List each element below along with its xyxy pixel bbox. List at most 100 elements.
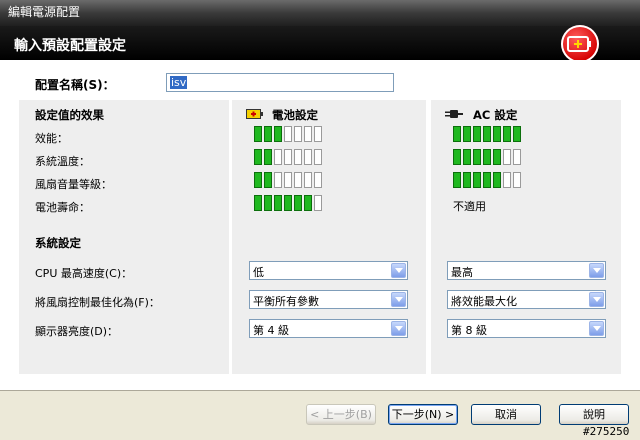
system-label-cpu: CPU 最高速度(C)： bbox=[35, 267, 133, 280]
system-settings-title: 系統設定 bbox=[35, 236, 81, 250]
back-button[interactable]: < 上一步(B) bbox=[306, 404, 376, 425]
effect-label-fan-noise: 風扇音量等級： bbox=[35, 178, 112, 191]
level-segment bbox=[453, 172, 461, 188]
system-label-fan: 將風扇控制最佳化為(F)： bbox=[35, 296, 160, 309]
watermark: #275250 bbox=[583, 425, 630, 438]
help-button[interactable]: 說明 bbox=[559, 404, 629, 425]
level-segment bbox=[513, 126, 521, 142]
level-segment bbox=[463, 149, 471, 165]
battery-brightness-value: 第 4 級 bbox=[253, 324, 289, 337]
ac-fan-control-value: 將效能最大化 bbox=[451, 295, 517, 308]
level-segment bbox=[314, 126, 322, 142]
chevron-down-icon[interactable] bbox=[391, 321, 406, 336]
effects-title: 設定值的效果 bbox=[35, 108, 104, 122]
chevron-down-icon[interactable] bbox=[589, 263, 604, 278]
level-segment bbox=[503, 172, 511, 188]
battery-plus-icon bbox=[561, 25, 599, 63]
level-segment bbox=[473, 149, 481, 165]
battery-fan-control-value: 平衡所有參數 bbox=[253, 295, 319, 308]
chevron-down-icon[interactable] bbox=[391, 292, 406, 307]
page-title: 輸入預設配置設定 bbox=[14, 38, 126, 54]
cancel-button[interactable]: 取消 bbox=[471, 404, 541, 425]
battery-fan-noise-bar bbox=[254, 172, 322, 188]
ac-temperature-bar bbox=[453, 149, 521, 165]
battery-temperature-bar bbox=[254, 149, 322, 165]
level-segment bbox=[284, 172, 292, 188]
window-titlebar: 編輯電源配置 bbox=[0, 0, 640, 26]
level-segment bbox=[304, 126, 312, 142]
level-segment bbox=[294, 172, 302, 188]
level-segment bbox=[254, 126, 262, 142]
level-segment bbox=[513, 172, 521, 188]
level-segment bbox=[453, 149, 461, 165]
ac-fan-control-select[interactable]: 將效能最大化 bbox=[447, 290, 606, 309]
content-area: 配置名稱(S)： isv 設定值的效果 效能： 系統溫度： 風扇音量等級： 電池… bbox=[0, 60, 640, 439]
level-segment bbox=[513, 149, 521, 165]
ac-fan-noise-bar bbox=[453, 172, 521, 188]
ac-brightness-select[interactable]: 第 8 級 bbox=[447, 319, 606, 338]
level-segment bbox=[473, 126, 481, 142]
level-segment bbox=[503, 149, 511, 165]
window-title: 編輯電源配置 bbox=[8, 5, 81, 19]
battery-fan-control-select[interactable]: 平衡所有參數 bbox=[249, 290, 408, 309]
level-segment bbox=[304, 195, 312, 211]
ac-cpu-speed-select[interactable]: 最高 bbox=[447, 261, 606, 280]
effect-label-battery-life: 電池壽命： bbox=[35, 201, 90, 214]
level-segment bbox=[503, 126, 511, 142]
level-segment bbox=[473, 172, 481, 188]
level-segment bbox=[463, 172, 471, 188]
profile-name-input[interactable]: isv bbox=[166, 73, 394, 92]
system-label-brightness: 顯示器亮度(D)： bbox=[35, 325, 119, 338]
ac-plug-icon bbox=[445, 109, 463, 122]
level-segment bbox=[314, 149, 322, 165]
level-segment bbox=[274, 126, 282, 142]
battery-cpu-speed-select[interactable]: 低 bbox=[249, 261, 408, 280]
ac-performance-bar bbox=[453, 126, 521, 142]
level-segment bbox=[314, 172, 322, 188]
level-segment bbox=[264, 126, 272, 142]
battery-life-bar bbox=[254, 195, 322, 211]
battery-brightness-select[interactable]: 第 4 級 bbox=[249, 319, 408, 338]
level-segment bbox=[453, 126, 461, 142]
level-segment bbox=[483, 149, 491, 165]
battery-performance-bar bbox=[254, 126, 322, 142]
level-segment bbox=[254, 172, 262, 188]
header-banner: 輸入預設配置設定 bbox=[0, 26, 640, 60]
level-segment bbox=[294, 195, 302, 211]
ac-brightness-value: 第 8 級 bbox=[451, 324, 487, 337]
battery-panel: 電池設定 低 平衡所有參數 第 4 級 bbox=[232, 100, 426, 374]
level-segment bbox=[493, 126, 501, 142]
ac-title: AC 設定 bbox=[473, 108, 518, 122]
chevron-down-icon[interactable] bbox=[589, 292, 604, 307]
level-segment bbox=[284, 149, 292, 165]
level-segment bbox=[314, 195, 322, 211]
effect-label-performance: 效能： bbox=[35, 132, 68, 145]
ac-battery-life-na: 不適用 bbox=[453, 200, 486, 213]
effects-panel: 設定值的效果 效能： 系統溫度： 風扇音量等級： 電池壽命： 系統設定 CPU … bbox=[19, 100, 229, 374]
level-segment bbox=[294, 126, 302, 142]
level-segment bbox=[264, 195, 272, 211]
profile-name-label: 配置名稱(S)： bbox=[35, 78, 115, 92]
level-segment bbox=[463, 126, 471, 142]
battery-cpu-speed-value: 低 bbox=[253, 266, 264, 279]
level-segment bbox=[294, 149, 302, 165]
level-segment bbox=[264, 172, 272, 188]
level-segment bbox=[483, 172, 491, 188]
chevron-down-icon[interactable] bbox=[391, 263, 406, 278]
level-segment bbox=[274, 172, 282, 188]
level-segment bbox=[304, 149, 312, 165]
level-segment bbox=[284, 195, 292, 211]
ac-panel: AC 設定 不適用 最高 將效能最大化 第 8 級 bbox=[431, 100, 621, 374]
next-button[interactable]: 下一步(N) > bbox=[388, 404, 458, 425]
level-segment bbox=[493, 172, 501, 188]
level-segment bbox=[493, 149, 501, 165]
level-segment bbox=[274, 195, 282, 211]
level-segment bbox=[254, 149, 262, 165]
level-segment bbox=[304, 172, 312, 188]
chevron-down-icon[interactable] bbox=[589, 321, 604, 336]
effect-label-temperature: 系統溫度： bbox=[35, 155, 90, 168]
level-segment bbox=[284, 126, 292, 142]
ac-cpu-speed-value: 最高 bbox=[451, 266, 473, 279]
battery-title: 電池設定 bbox=[272, 108, 318, 122]
level-segment bbox=[274, 149, 282, 165]
